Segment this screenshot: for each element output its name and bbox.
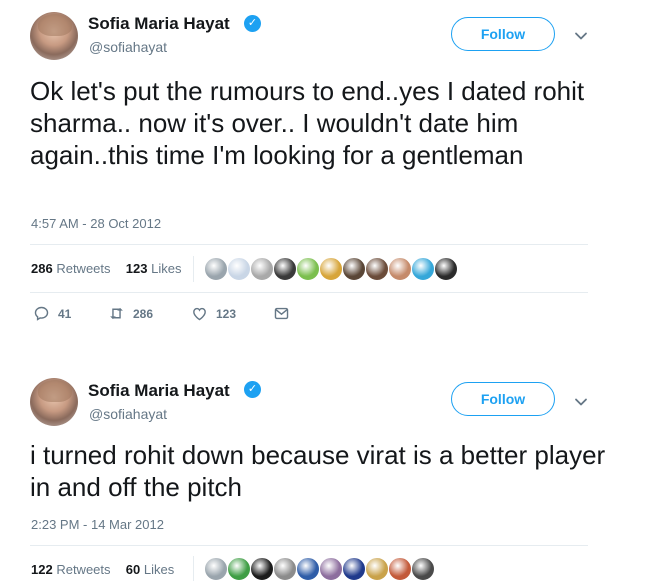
liker-avatar[interactable] <box>365 557 389 581</box>
chevron-down-icon[interactable] <box>574 395 588 409</box>
divider <box>30 545 588 546</box>
display-name[interactable]: Sofia Maria Hayat <box>88 381 230 401</box>
divider <box>193 256 194 282</box>
liker-avatar[interactable] <box>365 257 389 281</box>
liker-avatar[interactable] <box>273 257 297 281</box>
liker-avatar[interactable] <box>227 257 251 281</box>
follow-button[interactable]: Follow <box>451 382 555 416</box>
liker-avatar[interactable] <box>388 257 412 281</box>
liker-avatar[interactable] <box>273 557 297 581</box>
retweet-count: 286 <box>133 306 154 321</box>
tweet-text: Ok let's put the rumours to end..yes I d… <box>30 76 585 170</box>
tweet-timestamp[interactable]: 4:57 AM - 28 Oct 2012 <box>31 216 161 231</box>
liker-avatar[interactable] <box>227 557 251 581</box>
like-button[interactable]: 123 <box>191 305 236 322</box>
tweet-1: Sofia Maria Hayat ✓ @sofiahayat Follow O… <box>0 0 653 345</box>
likes-label[interactable]: Likes <box>144 562 174 577</box>
divider <box>193 556 194 581</box>
user-handle[interactable]: @sofiahayat <box>89 39 167 55</box>
display-name[interactable]: Sofia Maria Hayat <box>88 14 230 34</box>
follow-button[interactable]: Follow <box>451 17 555 51</box>
liker-avatar[interactable] <box>411 257 435 281</box>
tweet-text: i turned rohit down because virat is a b… <box>30 440 606 502</box>
tweet-timestamp[interactable]: 2:23 PM - 14 Mar 2012 <box>31 517 164 532</box>
liker-avatar[interactable] <box>434 257 458 281</box>
like-icon <box>193 307 206 321</box>
engagement-stats: 286 Retweets 123 Likes <box>31 261 181 276</box>
user-handle[interactable]: @sofiahayat <box>89 406 167 422</box>
reply-count: 41 <box>58 306 72 321</box>
liker-avatar[interactable] <box>319 557 343 581</box>
liker-avatar[interactable] <box>204 557 228 581</box>
liker-avatar[interactable] <box>250 557 274 581</box>
liker-avatar[interactable] <box>342 557 366 581</box>
liker-avatar[interactable] <box>319 257 343 281</box>
liker-avatar[interactable] <box>411 557 435 581</box>
avatar[interactable] <box>30 378 78 426</box>
retweet-count[interactable]: 286 <box>31 261 53 276</box>
reply-icon <box>34 306 49 321</box>
message-icon <box>274 307 289 320</box>
liker-avatar[interactable] <box>296 557 320 581</box>
retweet-count[interactable]: 122 <box>31 562 53 577</box>
divider <box>30 244 588 245</box>
like-count-action: 123 <box>216 306 237 321</box>
message-button[interactable] <box>273 305 290 322</box>
like-count[interactable]: 123 <box>126 261 148 276</box>
reply-button[interactable]: 41 <box>33 305 71 322</box>
divider <box>30 292 588 293</box>
tweet-2: Sofia Maria Hayat ✓ @sofiahayat Follow i… <box>0 365 653 581</box>
retweets-label[interactable]: Retweets <box>56 562 110 577</box>
like-count[interactable]: 60 <box>126 562 140 577</box>
chevron-down-icon[interactable] <box>574 29 588 43</box>
retweets-label[interactable]: Retweets <box>56 261 110 276</box>
retweet-icon <box>110 307 123 320</box>
liker-avatar[interactable] <box>204 257 228 281</box>
liker-avatar[interactable] <box>250 257 274 281</box>
verified-badge-icon: ✓ <box>244 15 261 32</box>
avatar[interactable] <box>30 12 78 60</box>
liker-avatar[interactable] <box>296 257 320 281</box>
likes-label[interactable]: Likes <box>151 261 181 276</box>
liker-avatar[interactable] <box>388 557 412 581</box>
engagement-stats: 122 Retweets 60 Likes <box>31 562 174 577</box>
verified-badge-icon: ✓ <box>244 381 261 398</box>
retweet-button[interactable]: 286 <box>108 305 153 322</box>
liker-avatar[interactable] <box>342 257 366 281</box>
